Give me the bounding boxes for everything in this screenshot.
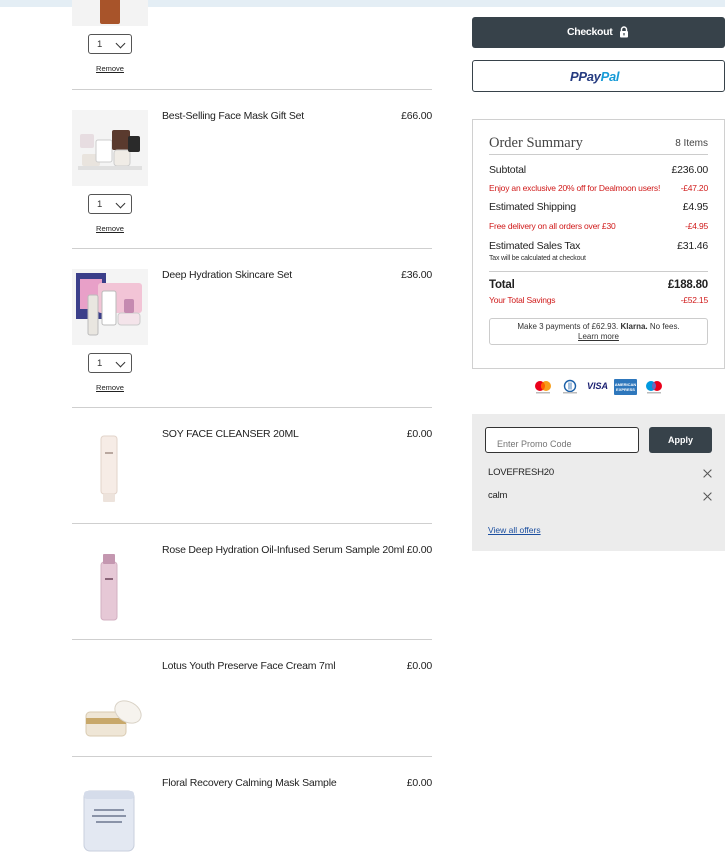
close-icon[interactable] xyxy=(703,468,713,478)
paypal-logo: PPayPal xyxy=(570,69,620,84)
quantity-value: 1 xyxy=(97,39,103,50)
product-thumbnail[interactable] xyxy=(72,544,148,626)
savings-row: Your Total Savings -£52.15 xyxy=(489,295,708,305)
quantity-select[interactable]: 1 xyxy=(88,34,132,54)
product-name[interactable]: Floral Recovery Calming Mask Sample xyxy=(162,777,337,789)
remove-link[interactable]: Remove xyxy=(88,383,132,392)
product-price: £0.00 xyxy=(406,544,432,556)
maestro-icon xyxy=(645,379,663,395)
shipping-row: Estimated Shipping £4.95 xyxy=(489,201,708,213)
remove-link[interactable]: Remove xyxy=(88,224,132,233)
mastercard-icon xyxy=(534,379,552,395)
summary-title: Order Summary xyxy=(489,135,583,151)
checkout-label: Checkout xyxy=(567,26,613,38)
total-row: Total £188.80 xyxy=(489,279,708,291)
paypal-button[interactable]: PPayPal xyxy=(472,60,725,92)
cart-item: Floral Recovery Calming Mask Sample £0.0… xyxy=(72,777,432,856)
product-name[interactable]: Lotus Youth Preserve Face Cream 7ml xyxy=(162,660,336,672)
quantity-select[interactable]: 1 xyxy=(88,353,132,373)
total-value: £188.80 xyxy=(667,279,708,291)
close-icon[interactable] xyxy=(703,491,713,501)
amex-text-2: EXPRESS xyxy=(616,387,635,392)
discount-label: Enjoy an exclusive 20% off for Dealmoon … xyxy=(489,183,661,193)
cart-item: Deep Hydration Skincare Set £36.00 1 Rem… xyxy=(72,269,432,394)
quantity-value: 1 xyxy=(97,358,103,369)
amex-icon: AMERICAN EXPRESS xyxy=(614,379,637,395)
subtotal-value: £236.00 xyxy=(671,164,708,176)
promo-code-input[interactable] xyxy=(485,427,639,453)
free-delivery-row: Free delivery on all orders over £30 -£4… xyxy=(489,221,708,231)
product-price: £36.00 xyxy=(401,269,432,281)
cart-item: SOY FACE CLEANSER 20ML £0.00 xyxy=(72,428,432,518)
divider xyxy=(72,248,432,249)
product-price: £0.00 xyxy=(406,660,432,672)
product-thumbnail[interactable] xyxy=(72,0,148,26)
product-thumbnail[interactable] xyxy=(72,428,148,508)
product-thumbnail[interactable] xyxy=(72,777,148,856)
product-thumbnail[interactable] xyxy=(72,660,148,740)
product-name[interactable]: Best-Selling Face Mask Gift Set xyxy=(162,110,304,122)
discount-row: Enjoy an exclusive 20% off for Dealmoon … xyxy=(489,183,708,193)
cart-item: 1 Remove xyxy=(72,0,432,78)
items-count: 8 Items xyxy=(675,138,708,149)
free-delivery-value: -£4.95 xyxy=(685,221,708,231)
tax-row: Estimated Sales Tax £31.46 xyxy=(489,240,708,252)
divider xyxy=(489,154,708,155)
product-price: £0.00 xyxy=(406,428,432,440)
divider xyxy=(489,271,708,272)
chevron-down-icon xyxy=(115,198,126,209)
divider xyxy=(72,756,432,757)
checkout-button[interactable]: Checkout xyxy=(472,17,725,48)
klarna-logo: Klarna. xyxy=(620,322,648,331)
applied-code: calm xyxy=(488,490,508,501)
chevron-down-icon xyxy=(115,357,126,368)
klarna-text: Make 3 payments of £62.93. Klarna. No fe… xyxy=(517,322,680,331)
subtotal-row: Subtotal £236.00 xyxy=(489,164,708,176)
product-name[interactable]: Rose Deep Hydration Oil-Infused Serum Sa… xyxy=(162,544,405,556)
shipping-label: Estimated Shipping xyxy=(489,201,576,213)
lock-icon xyxy=(619,26,629,41)
product-price: £0.00 xyxy=(406,777,432,789)
product-name[interactable]: SOY FACE CLEANSER 20ML xyxy=(162,428,299,440)
discount-value: -£47.20 xyxy=(680,183,709,193)
tax-note: Tax will be calculated at checkout xyxy=(489,255,586,262)
klarna-learn-more-link[interactable]: Learn more xyxy=(490,332,707,341)
divider xyxy=(72,407,432,408)
product-name[interactable]: Deep Hydration Skincare Set xyxy=(162,269,292,281)
promo-panel: Apply LOVEFRESH20 calm View all offers xyxy=(472,414,725,551)
savings-label: Your Total Savings xyxy=(489,295,556,305)
quantity-select[interactable]: 1 xyxy=(88,194,132,214)
applied-code: LOVEFRESH20 xyxy=(488,467,554,478)
klarna-box: Make 3 payments of £62.93. Klarna. No fe… xyxy=(489,318,708,345)
divider xyxy=(72,523,432,524)
tax-value: £31.46 xyxy=(677,240,708,252)
savings-value: -£52.15 xyxy=(680,295,709,305)
product-thumbnail[interactable] xyxy=(72,269,148,345)
divider xyxy=(72,639,432,640)
remove-link[interactable]: Remove xyxy=(88,64,132,73)
quantity-value: 1 xyxy=(97,199,103,210)
divider xyxy=(72,89,432,90)
product-price: £66.00 xyxy=(401,110,432,122)
free-delivery-label: Free delivery on all orders over £30 xyxy=(489,221,616,231)
subtotal-label: Subtotal xyxy=(489,164,526,176)
cart-item: Rose Deep Hydration Oil-Infused Serum Sa… xyxy=(72,544,432,634)
view-all-offers-link[interactable]: View all offers xyxy=(488,525,541,535)
cart-item: Lotus Youth Preserve Face Cream 7ml £0.0… xyxy=(72,660,432,750)
cart-item: Best-Selling Face Mask Gift Set £66.00 1… xyxy=(72,110,432,235)
order-summary: Order Summary 8 Items Subtotal £236.00 E… xyxy=(472,119,725,369)
diners-club-icon xyxy=(561,379,579,395)
chevron-down-icon xyxy=(115,38,126,49)
total-label: Total xyxy=(489,279,515,291)
apply-button[interactable]: Apply xyxy=(649,427,712,453)
product-thumbnail[interactable] xyxy=(72,110,148,186)
shipping-value: £4.95 xyxy=(682,201,708,213)
tax-label: Estimated Sales Tax xyxy=(489,240,581,252)
visa-icon: VISA xyxy=(587,381,609,391)
